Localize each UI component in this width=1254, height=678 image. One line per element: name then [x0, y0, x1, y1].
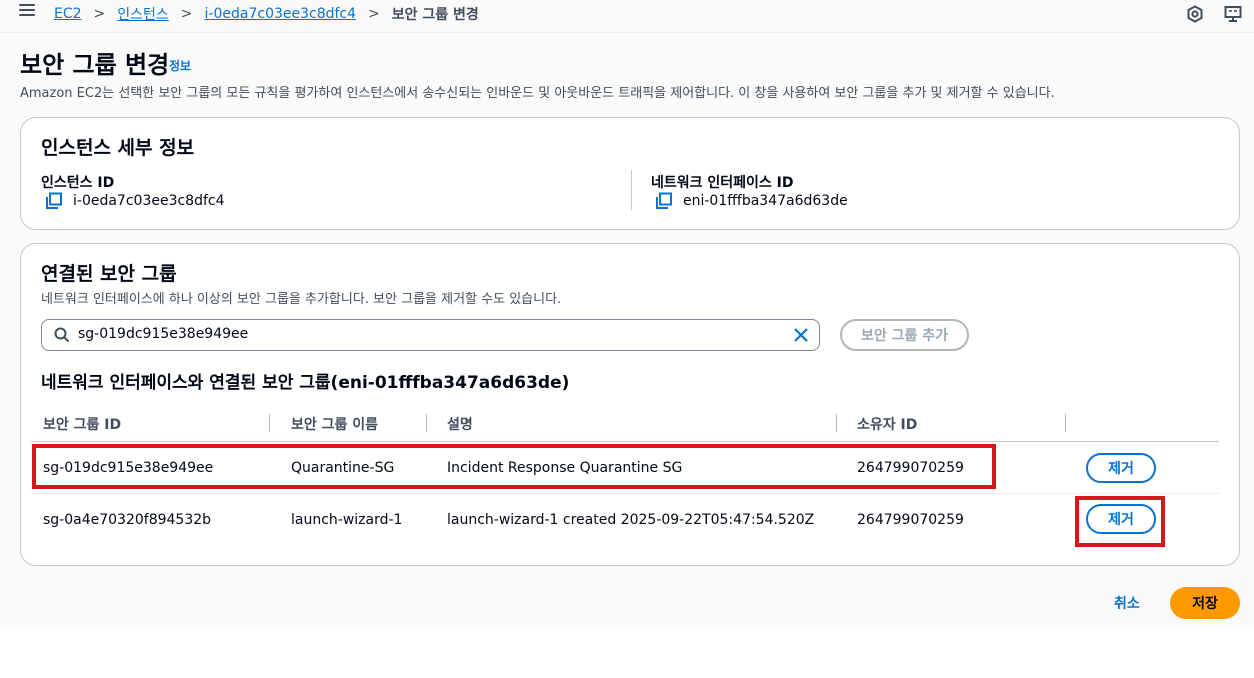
- menu-icon[interactable]: [19, 4, 35, 18]
- breadcrumb-separator: >: [180, 6, 193, 22]
- table-title: 네트워크 인터페이스와 연결된 보안 그룹(eni-01fffba347a6d6…: [41, 373, 570, 393]
- breadcrumb-current: 보안 그룹 변경: [391, 7, 479, 23]
- add-security-group-button[interactable]: 보안 그룹 추가: [840, 319, 969, 351]
- column-separator: [426, 414, 427, 432]
- instance-details-title: 인스턴스 세부 정보: [41, 137, 195, 159]
- cancel-button[interactable]: 취소: [1114, 593, 1140, 613]
- instance-id-text: i-0eda7c03ee3c8dfc4: [73, 193, 225, 209]
- column-header-owner-id: 소유자 ID: [857, 417, 918, 433]
- eni-value: eni-01fffba347a6d63de: [655, 192, 848, 210]
- clear-icon[interactable]: [793, 327, 809, 343]
- row-2-sg-id: sg-0a4e70320f894532b: [43, 512, 212, 528]
- security-groups-title: 연결된 보안 그룹: [41, 263, 177, 285]
- copy-icon[interactable]: [45, 192, 63, 210]
- breadcrumb: EC2 > 인스턴스 > i-0eda7c03ee3c8dfc4 > 보안 그룹…: [54, 4, 479, 24]
- search-icon: [54, 327, 70, 343]
- security-groups-description: 네트워크 인터페이스에 하나 이상의 보안 그룹을 추가합니다. 보안 그룹을 …: [41, 292, 562, 307]
- page-title: 보안 그룹 변경: [20, 51, 170, 79]
- page-description: Amazon EC2는 선택한 보안 그룹의 모든 규칙을 평가하여 인스턴스에…: [20, 86, 1055, 101]
- column-header-description: 설명: [447, 417, 473, 433]
- breadcrumb-ec2[interactable]: EC2: [54, 6, 82, 22]
- breadcrumb-separator: >: [368, 6, 380, 22]
- info-link[interactable]: 정보: [169, 57, 191, 74]
- breadcrumb-instances[interactable]: 인스턴스: [117, 4, 169, 24]
- column-separator: [269, 414, 270, 432]
- eni-label: 네트워크 인터페이스 ID: [651, 175, 794, 191]
- save-button[interactable]: 저장: [1170, 587, 1240, 619]
- instance-details-panel: 인스턴스 세부 정보 인스턴스 ID i-0eda7c03ee3c8dfc4 네…: [20, 117, 1240, 230]
- instance-id-label: 인스턴스 ID: [41, 175, 115, 191]
- breadcrumb-separator: >: [93, 6, 106, 22]
- remove-button-row-1[interactable]: 제거: [1086, 453, 1156, 483]
- breadcrumb-instance-id[interactable]: i-0eda7c03ee3c8dfc4: [205, 6, 357, 22]
- row-2-description: launch-wizard-1 created 2025-09-22T05:47…: [447, 512, 815, 528]
- search-input[interactable]: sg-019dc915e38e949ee: [78, 326, 248, 342]
- security-groups-panel: 연결된 보안 그룹 네트워크 인터페이스에 하나 이상의 보안 그룹을 추가합니…: [20, 243, 1240, 566]
- row-2-sg-name: launch-wizard-1: [291, 512, 403, 528]
- page: EC2 > 인스턴스 > i-0eda7c03ee3c8dfc4 > 보안 그룹…: [0, 0, 1254, 627]
- column-divider: [631, 170, 632, 210]
- top-navigation: EC2 > 인스턴스 > i-0eda7c03ee3c8dfc4 > 보안 그룹…: [0, 0, 1254, 33]
- column-separator: [836, 414, 837, 432]
- copy-icon[interactable]: [655, 192, 673, 210]
- feedback-icon[interactable]: [1224, 5, 1242, 23]
- eni-text: eni-01fffba347a6d63de: [683, 193, 848, 209]
- security-group-search[interactable]: sg-019dc915e38e949ee: [41, 319, 820, 351]
- row-2-owner-id: 264799070259: [857, 512, 964, 528]
- security-settings-icon[interactable]: [1186, 5, 1204, 23]
- header-divider: [31, 441, 1219, 442]
- row-divider: [31, 493, 1219, 494]
- highlight-remove-button: [1075, 496, 1165, 547]
- column-header-sg-id: 보안 그룹 ID: [43, 417, 122, 433]
- highlight-row-1: [32, 444, 996, 489]
- column-separator: [1065, 414, 1066, 432]
- column-header-sg-name: 보안 그룹 이름: [291, 417, 379, 433]
- instance-id-value: i-0eda7c03ee3c8dfc4: [45, 192, 225, 210]
